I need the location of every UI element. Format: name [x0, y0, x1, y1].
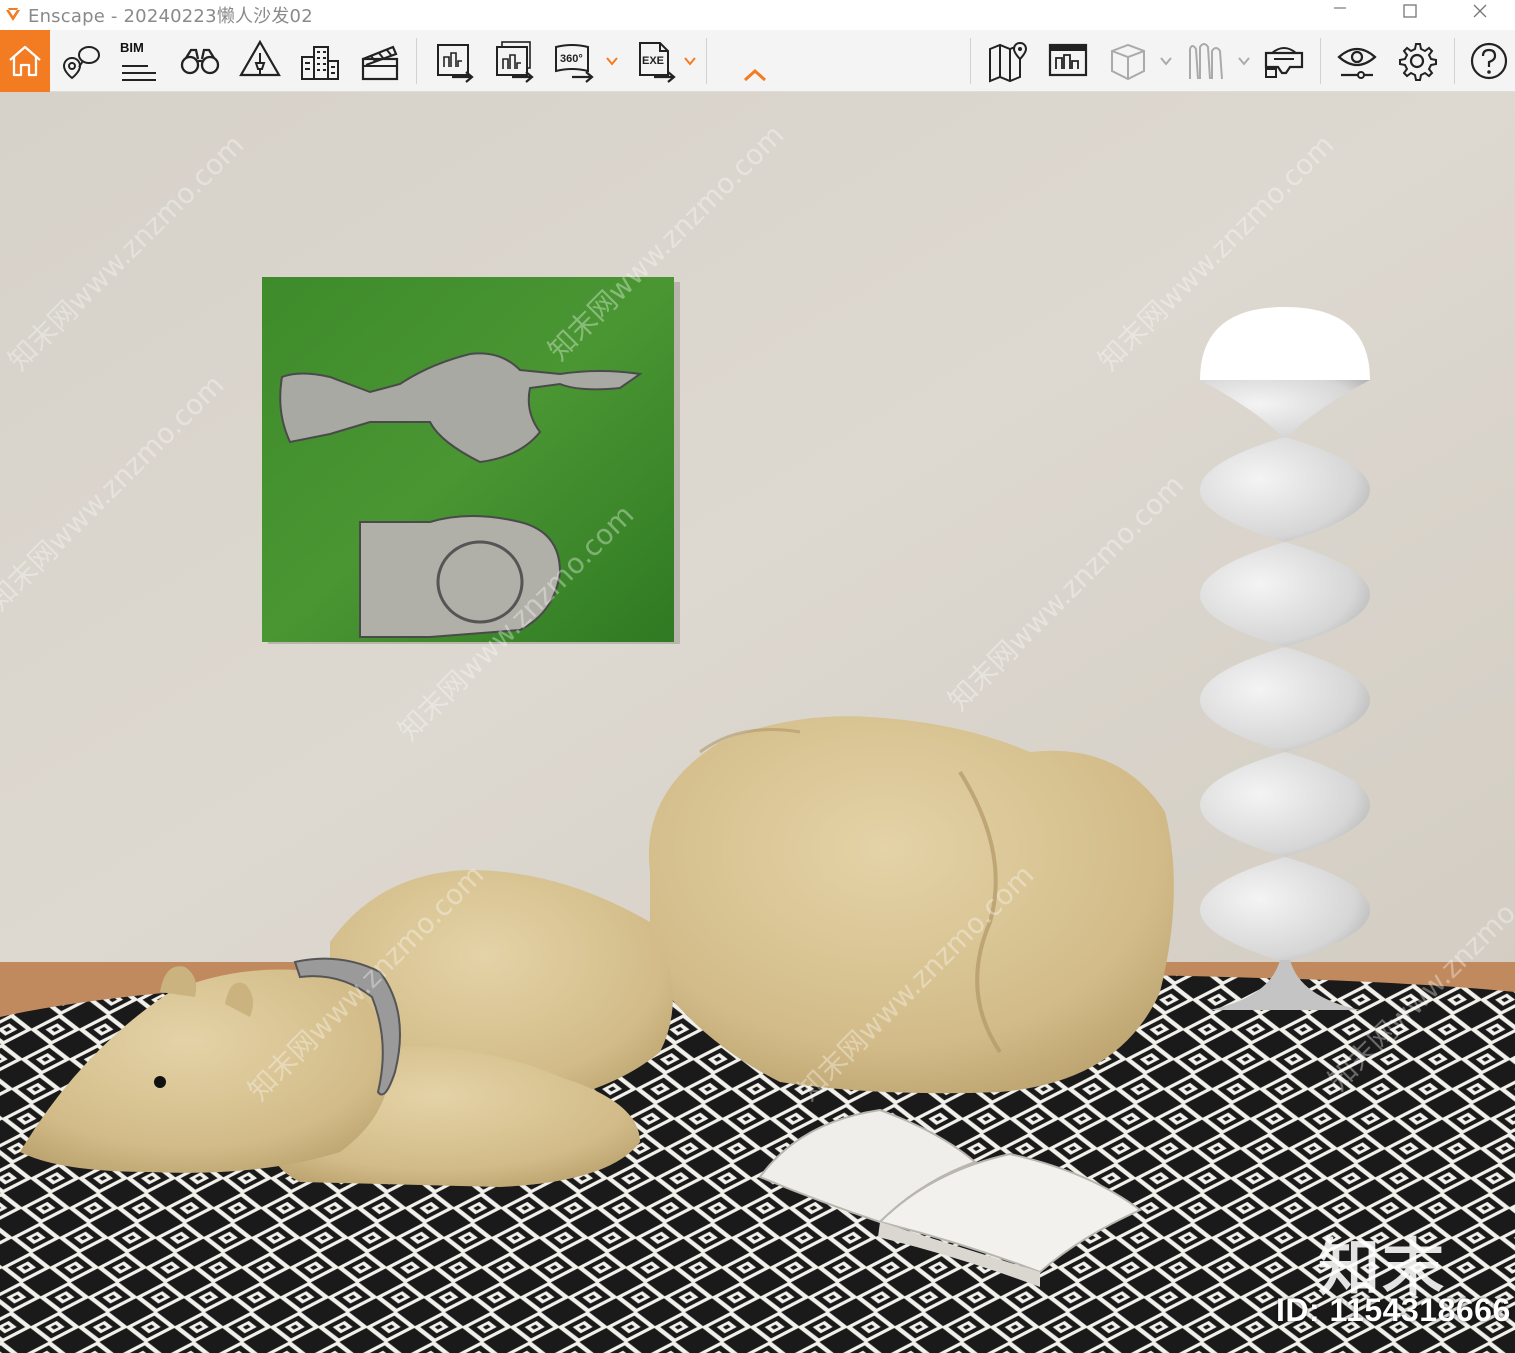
minimap-icon: [1048, 43, 1088, 77]
render-viewport[interactable]: 知末网www.znzmo.com 知末网www.znzmo.com 知末网www…: [0, 92, 1515, 1353]
minimap-button[interactable]: [1044, 30, 1092, 92]
atmosphere-button[interactable]: [236, 30, 284, 92]
rendered-scene: 知末网www.znzmo.com 知末网www.znzmo.com 知末网www…: [0, 92, 1515, 1353]
visual-settings-button[interactable]: [1332, 30, 1382, 92]
object-panel-button[interactable]: [1104, 30, 1152, 92]
bim-label: BIM: [120, 40, 144, 55]
export-exe-dropdown-chevron-icon[interactable]: [683, 54, 697, 73]
window-controls: [1305, 0, 1515, 30]
collapse-toolbar-button[interactable]: [740, 64, 770, 86]
views-icon: [62, 46, 100, 80]
asset-library-icon: [1189, 43, 1223, 80]
site-context-button[interactable]: [296, 30, 344, 92]
map-button[interactable]: [984, 30, 1032, 92]
collapse-up-icon: [743, 68, 767, 82]
export-360-icon: 360°: [555, 44, 594, 83]
export-exe-icon: EXE: [639, 42, 676, 83]
enscape-logo-icon: [2, 4, 24, 26]
export-image-button[interactable]: [430, 30, 478, 92]
settings-button[interactable]: [1392, 30, 1442, 92]
map-icon: [989, 41, 1028, 83]
help-icon: [1470, 42, 1508, 80]
video-clapper-icon: [361, 45, 399, 81]
toolbar-separator: [970, 38, 971, 84]
home-icon: [9, 45, 41, 77]
asset-library-dropdown-chevron-icon[interactable]: [1237, 54, 1251, 73]
export-360-button[interactable]: 360°: [550, 30, 598, 92]
batch-export-icon: [496, 41, 534, 83]
title-bar: Enscape - 20240223懒人沙发02: [0, 0, 1515, 30]
home-button[interactable]: [0, 30, 50, 92]
bim-button[interactable]: BIM: [116, 30, 162, 92]
panorama-label: 360°: [560, 53, 583, 65]
toolbar-separator: [706, 38, 707, 84]
minimize-icon[interactable]: [1305, 0, 1375, 24]
toolbar-separator: [416, 38, 417, 84]
wall-painting: [262, 277, 680, 644]
export-exe-button[interactable]: EXE: [632, 30, 680, 92]
toolbar-separator: [1320, 38, 1321, 84]
buildings-icon: [301, 46, 339, 80]
image-id-label: ID: 1154318666: [1276, 1292, 1511, 1328]
object-panel-dropdown-chevron-icon[interactable]: [1159, 54, 1173, 73]
vr-headset-button[interactable]: [1260, 30, 1308, 92]
eye-visual-settings-icon: [1337, 47, 1377, 79]
export-360-dropdown-chevron-icon[interactable]: [605, 54, 619, 73]
help-button[interactable]: [1466, 30, 1512, 92]
toolbar-separator: [1454, 38, 1455, 84]
atmosphere-icon: [239, 39, 281, 77]
asset-library-button[interactable]: [1182, 30, 1230, 92]
main-toolbar: BIM 360° EXE: [0, 30, 1515, 92]
close-icon[interactable]: [1445, 0, 1515, 24]
batch-export-button[interactable]: [490, 30, 538, 92]
binoculars-icon: [180, 48, 220, 75]
video-editor-button[interactable]: [356, 30, 404, 92]
views-button[interactable]: [58, 30, 104, 92]
walk-mode-button[interactable]: [176, 30, 224, 92]
settings-gear-icon: [1399, 43, 1437, 81]
exe-label: EXE: [642, 55, 664, 67]
maximize-icon[interactable]: [1375, 0, 1445, 24]
cube-icon: [1111, 43, 1145, 81]
vr-headset-icon: [1264, 47, 1304, 78]
window-title: Enscape - 20240223懒人沙发02: [28, 6, 313, 27]
export-image-icon: [437, 44, 474, 83]
